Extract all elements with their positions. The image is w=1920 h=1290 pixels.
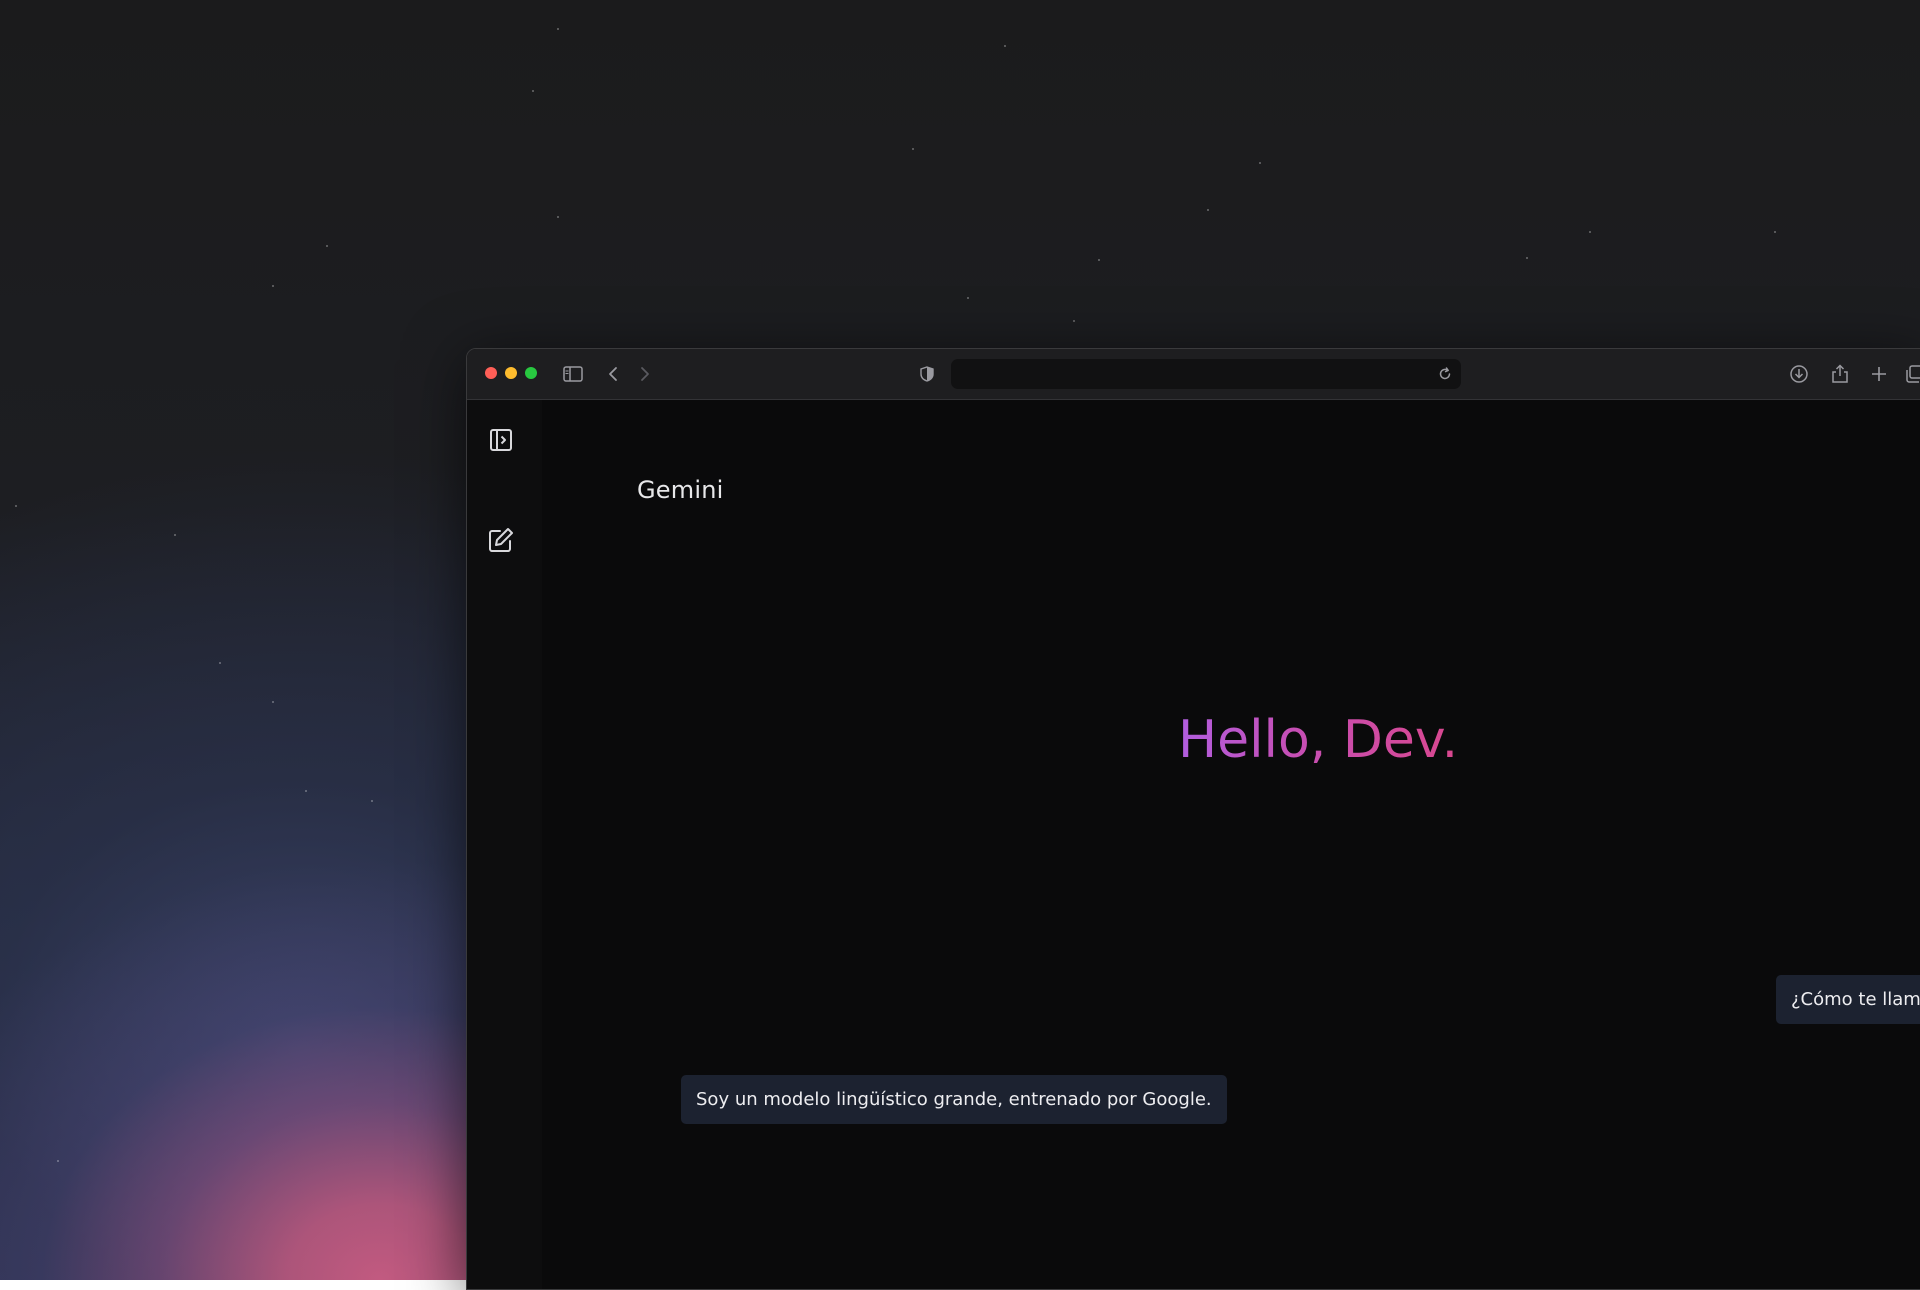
- star: [371, 800, 373, 802]
- star: [174, 534, 176, 536]
- maximize-window-button[interactable]: [525, 367, 537, 379]
- star: [326, 245, 328, 247]
- star: [967, 297, 969, 299]
- star: [1004, 45, 1006, 47]
- user-message-bubble: ¿Cómo te llamas?: [1776, 975, 1920, 1024]
- star: [272, 701, 274, 703]
- star: [1774, 231, 1776, 233]
- star: [1526, 257, 1528, 259]
- back-icon[interactable]: [601, 362, 625, 386]
- star: [1207, 209, 1209, 211]
- new-chat-icon[interactable]: [487, 526, 515, 554]
- reload-icon[interactable]: [1435, 364, 1455, 384]
- star: [1589, 231, 1591, 233]
- sidebar-toggle-icon[interactable]: [561, 362, 585, 386]
- forward-icon[interactable]: [633, 362, 657, 386]
- star: [532, 90, 534, 92]
- tab-overview-icon[interactable]: [1903, 362, 1920, 386]
- assistant-message-bubble: Soy un modelo lingüístico grande, entren…: [681, 1075, 1227, 1124]
- star: [272, 285, 274, 287]
- star: [1098, 259, 1100, 261]
- new-tab-icon[interactable]: [1867, 362, 1891, 386]
- app-title: Gemini: [637, 476, 724, 504]
- star: [15, 505, 17, 507]
- star: [219, 662, 221, 664]
- star: [57, 1160, 59, 1162]
- address-bar[interactable]: [951, 359, 1461, 389]
- star: [557, 216, 559, 218]
- star: [912, 148, 914, 150]
- greeting-heading: Hello, Dev.: [1178, 710, 1459, 770]
- share-icon[interactable]: [1828, 362, 1852, 386]
- minimize-window-button[interactable]: [505, 367, 517, 379]
- star: [1073, 320, 1075, 322]
- star: [557, 28, 559, 30]
- star: [1259, 162, 1261, 164]
- close-window-button[interactable]: [485, 367, 497, 379]
- expand-sidebar-icon[interactable]: [487, 426, 515, 454]
- main-content: Gemini Hello, Dev. ¿Cómo te llamas? Soy …: [542, 400, 1920, 1289]
- browser-toolbar: [467, 349, 1920, 400]
- privacy-shield-icon[interactable]: [915, 362, 939, 386]
- browser-window: Gemini Hello, Dev. ¿Cómo te llamas? Soy …: [466, 348, 1920, 1290]
- download-icon[interactable]: [1787, 362, 1811, 386]
- sidebar: [467, 400, 542, 1289]
- star: [305, 790, 307, 792]
